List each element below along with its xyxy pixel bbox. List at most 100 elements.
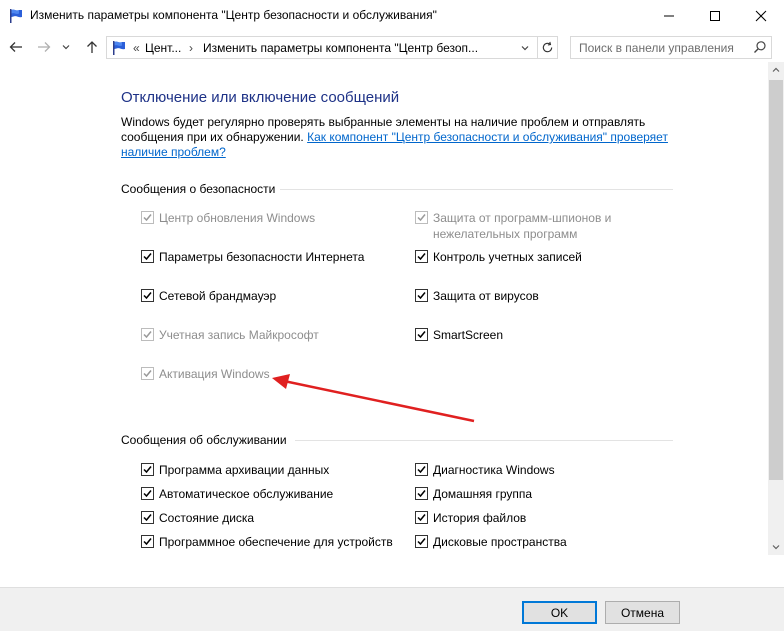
- checkbox-storage-spaces[interactable]: Дисковые пространства: [415, 534, 567, 550]
- maximize-button[interactable]: [692, 0, 738, 32]
- checkbox-drive-status[interactable]: Состояние диска: [141, 510, 254, 526]
- address-dropdown-button[interactable]: [516, 37, 534, 58]
- ok-button[interactable]: OK: [522, 601, 597, 624]
- checkbox-virus-protection[interactable]: Защита от вирусов: [415, 288, 539, 304]
- checkbox-label: Дисковые пространства: [433, 535, 567, 549]
- checkbox-box[interactable]: [141, 463, 154, 476]
- checkmark-icon: [143, 253, 152, 261]
- checkbox-box[interactable]: [415, 250, 428, 263]
- checkmark-icon: [417, 214, 426, 222]
- checkbox-homegroup[interactable]: Домашняя группа: [415, 486, 532, 502]
- recent-locations-button[interactable]: [60, 39, 72, 55]
- chevron-down-icon: [521, 45, 529, 50]
- checkmark-icon: [143, 490, 152, 498]
- checkmark-icon: [143, 466, 152, 474]
- close-button[interactable]: [738, 0, 784, 32]
- checkbox-label: Автоматическое обслуживание: [159, 487, 334, 501]
- checkmark-icon: [143, 370, 152, 378]
- checkbox-box[interactable]: [141, 367, 154, 380]
- checkbox-box[interactable]: [141, 535, 154, 548]
- search-box: [570, 36, 772, 59]
- arrow-up-icon: [87, 41, 97, 53]
- checkbox-label: Параметры безопасности Интернета: [159, 250, 365, 264]
- chevron-up-icon: [772, 67, 780, 72]
- checkmark-icon: [417, 292, 426, 300]
- checkmark-icon: [143, 214, 152, 222]
- checkbox-box[interactable]: [415, 511, 428, 524]
- breadcrumb-overflow[interactable]: «: [133, 41, 140, 55]
- checkbox-box[interactable]: [141, 511, 154, 524]
- vertical-scrollbar[interactable]: [768, 62, 784, 555]
- checkbox-label: Защита от вирусов: [433, 289, 539, 303]
- breadcrumb-current[interactable]: Изменить параметры компонента "Центр без…: [203, 41, 478, 55]
- checkbox-windows-troubleshooting[interactable]: Диагностика Windows: [415, 462, 555, 478]
- refresh-button[interactable]: [537, 37, 557, 58]
- checkbox-box[interactable]: [141, 487, 154, 500]
- checkbox-automatic-maintenance[interactable]: Автоматическое обслуживание: [141, 486, 333, 502]
- scroll-down-button[interactable]: [768, 539, 784, 555]
- checkbox-label: Контроль учетных записей: [433, 250, 582, 264]
- checkbox-backup[interactable]: Программа архивации данных: [141, 462, 329, 478]
- checkbox-box[interactable]: [141, 328, 154, 341]
- checkbox-label: Учетная запись Майкрософт: [159, 328, 319, 342]
- address-field[interactable]: « Цент... › Изменить параметры компонент…: [106, 36, 558, 59]
- checkbox-user-account-control[interactable]: Контроль учетных записей: [415, 249, 582, 265]
- checkbox-box[interactable]: [415, 463, 428, 476]
- checkbox-microsoft-account[interactable]: Учетная запись Майкрософт: [141, 327, 319, 343]
- minimize-button[interactable]: [646, 0, 692, 32]
- checkbox-network-firewall[interactable]: Сетевой брандмауэр: [141, 288, 276, 304]
- checkbox-label: Программа архивации данных: [159, 463, 330, 477]
- checkbox-label: Программное обеспечение для устройств: [159, 535, 393, 549]
- checkmark-icon: [417, 538, 426, 546]
- page-title: Отключение или включение сообщений: [121, 89, 400, 106]
- checkbox-file-history[interactable]: История файлов: [415, 510, 526, 526]
- arrow-left-icon: [9, 42, 22, 52]
- checkbox-spyware-protection[interactable]: Защита от программ-шпионов и нежелательны…: [415, 210, 611, 242]
- window-title: Изменить параметры компонента "Центр без…: [30, 8, 437, 22]
- checkbox-box[interactable]: [141, 289, 154, 302]
- checkbox-windows-activation[interactable]: Активация Windows: [141, 366, 270, 382]
- checkbox-box[interactable]: [141, 250, 154, 263]
- dialog-footer: OK Отмена: [0, 587, 784, 631]
- breadcrumb-separator[interactable]: ›: [189, 41, 193, 55]
- cancel-button[interactable]: Отмена: [605, 601, 680, 624]
- breadcrumb-item[interactable]: Цент...: [145, 41, 181, 55]
- minimize-icon: [664, 15, 674, 17]
- checkbox-label: SmartScreen: [433, 328, 504, 342]
- checkmark-icon: [417, 466, 426, 474]
- search-input[interactable]: [571, 37, 749, 58]
- maximize-icon: [710, 11, 720, 21]
- checkbox-smartscreen[interactable]: SmartScreen: [415, 327, 503, 343]
- checkmark-icon: [143, 331, 152, 339]
- checkbox-windows-update[interactable]: Центр обновления Windows: [141, 210, 315, 226]
- up-button[interactable]: [84, 39, 100, 55]
- checkbox-box[interactable]: [415, 328, 428, 341]
- checkbox-label: Сетевой брандмауэр: [159, 289, 277, 303]
- refresh-icon: [542, 41, 553, 53]
- checkbox-label: Состояние диска: [159, 511, 255, 525]
- arrow-right-icon: [38, 42, 51, 52]
- main-content: Отключение или включение сообщений Windo…: [0, 62, 768, 587]
- back-button[interactable]: [8, 39, 24, 55]
- checkbox-internet-security[interactable]: Параметры безопасности Интернета: [141, 249, 364, 265]
- chevron-down-icon: [62, 45, 70, 50]
- checkbox-label: Диагностика Windows: [433, 463, 555, 477]
- checkbox-box[interactable]: [415, 289, 428, 302]
- checkmark-icon: [417, 514, 426, 522]
- checkbox-box[interactable]: [141, 211, 154, 224]
- page-description: Windows будет регулярно проверять выбран…: [121, 115, 681, 160]
- chevron-down-icon: [772, 545, 780, 550]
- checkbox-box[interactable]: [415, 211, 428, 224]
- checkbox-label: Активация Windows: [159, 367, 270, 381]
- forward-button[interactable]: [36, 39, 52, 55]
- title-bar: Изменить параметры компонента "Центр без…: [0, 0, 784, 32]
- checkbox-box[interactable]: [415, 487, 428, 500]
- scroll-up-button[interactable]: [768, 62, 784, 78]
- checkbox-device-software[interactable]: Программное обеспечение для устройств: [141, 534, 393, 550]
- maintenance-section-divider: [295, 440, 673, 441]
- search-icon[interactable]: [753, 40, 767, 54]
- checkbox-label: Защита от программ-шпионов и нежелательны…: [433, 211, 612, 241]
- scroll-thumb[interactable]: [769, 80, 783, 480]
- close-icon: [755, 10, 767, 22]
- checkbox-box[interactable]: [415, 535, 428, 548]
